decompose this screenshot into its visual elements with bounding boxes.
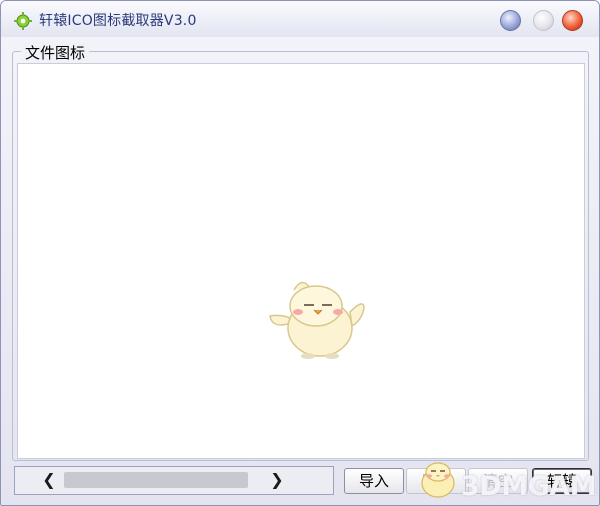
close-button[interactable]	[562, 10, 583, 31]
app-window: 轩辕ICO图标截取器V3.0 文件图标 ❮ ❯ 导入 导出 清空 轩辕	[0, 0, 600, 506]
horizontal-scrollbar[interactable]: ❮ ❯	[14, 466, 334, 495]
scroll-thumb[interactable]	[64, 472, 248, 488]
minimize-button[interactable]	[500, 10, 521, 31]
watermark-chick-icon	[421, 462, 455, 498]
watermark-text: 3DMGAME	[461, 471, 600, 502]
window-title: 轩辕ICO图标截取器V3.0	[39, 13, 197, 29]
scroll-left-arrow-icon[interactable]: ❮	[37, 469, 61, 491]
maximize-button[interactable]	[533, 10, 554, 31]
app-gear-icon	[14, 12, 32, 30]
groupbox-title: 文件图标	[21, 42, 90, 63]
title-bar[interactable]: 轩辕ICO图标截取器V3.0	[1, 1, 599, 37]
chick-mascot-icon	[269, 281, 365, 359]
import-button[interactable]: 导入	[344, 468, 404, 494]
icon-preview-area[interactable]	[17, 63, 585, 459]
scroll-right-arrow-icon[interactable]: ❯	[265, 469, 289, 491]
